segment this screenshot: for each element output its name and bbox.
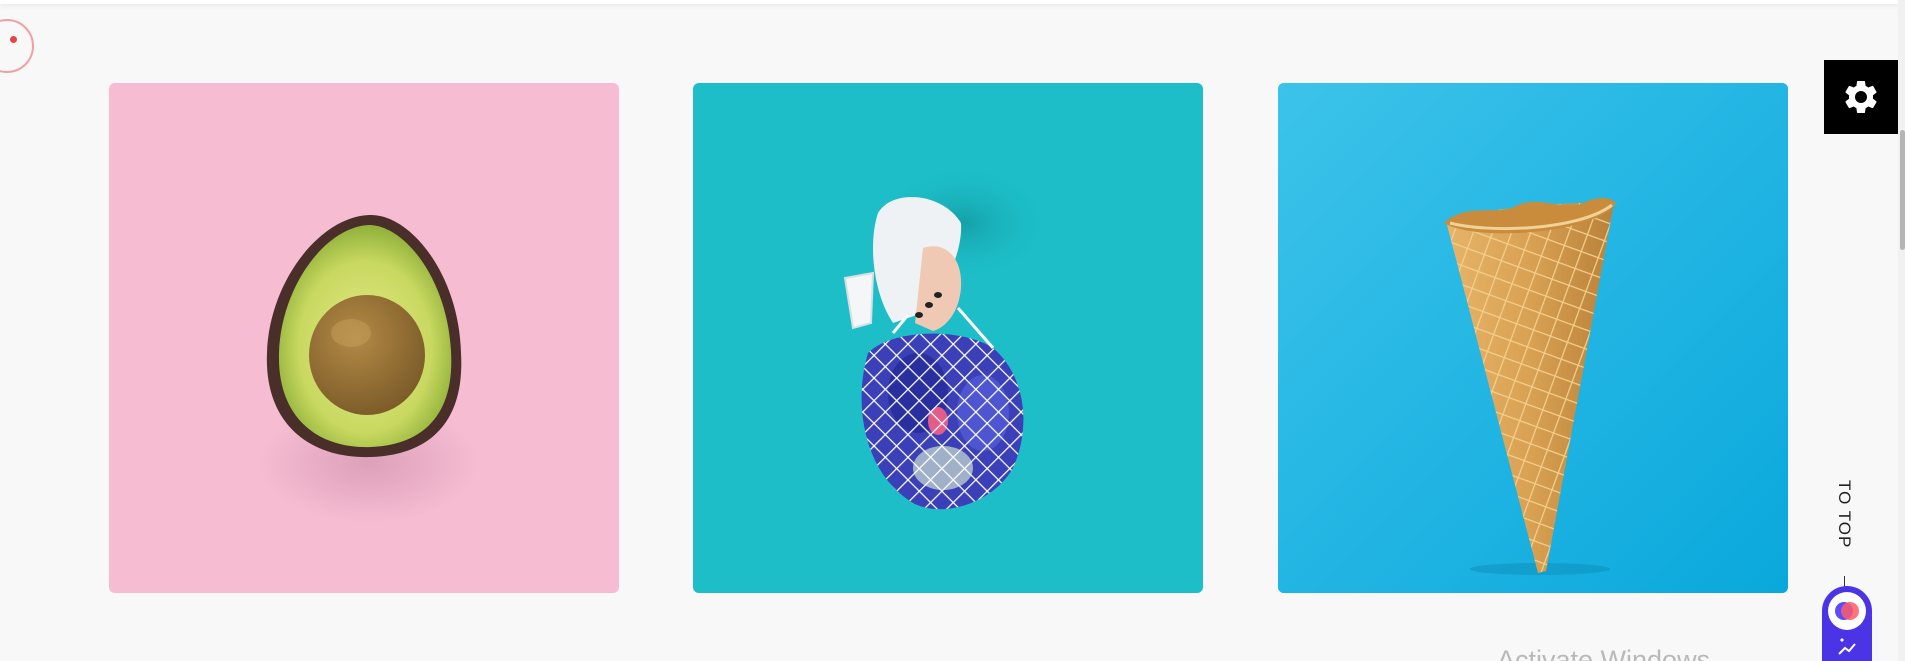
ice-cream-cone-image	[1278, 83, 1788, 593]
gear-icon	[1845, 80, 1877, 113]
cursor-follower-dot	[10, 36, 17, 43]
header-edge	[0, 0, 1905, 4]
assistant-logo-icon	[1828, 592, 1866, 630]
scrollbar-thumb[interactable]	[1900, 130, 1905, 250]
to-top-button[interactable]: TO TOP	[1830, 480, 1860, 600]
scrollbar-track[interactable]	[1898, 0, 1905, 661]
gallery-card-avocado[interactable]	[109, 83, 619, 593]
settings-button[interactable]	[1824, 60, 1898, 134]
sparkle-chart-icon	[1838, 638, 1856, 655]
activate-windows-watermark: Activate Windows	[1497, 645, 1711, 661]
gallery-card-mesh-bag[interactable]	[693, 83, 1203, 593]
mesh-bag-image	[843, 163, 1053, 510]
cursor-follower-ring	[0, 19, 34, 73]
page: TO TOP Activate Windows	[0, 0, 1905, 661]
floating-assistant-widget[interactable]	[1822, 586, 1872, 661]
to-top-label: TO TOP	[1835, 480, 1854, 549]
gallery-card-ice-cream-cone[interactable]	[1278, 83, 1788, 593]
avocado-image	[259, 214, 479, 523]
